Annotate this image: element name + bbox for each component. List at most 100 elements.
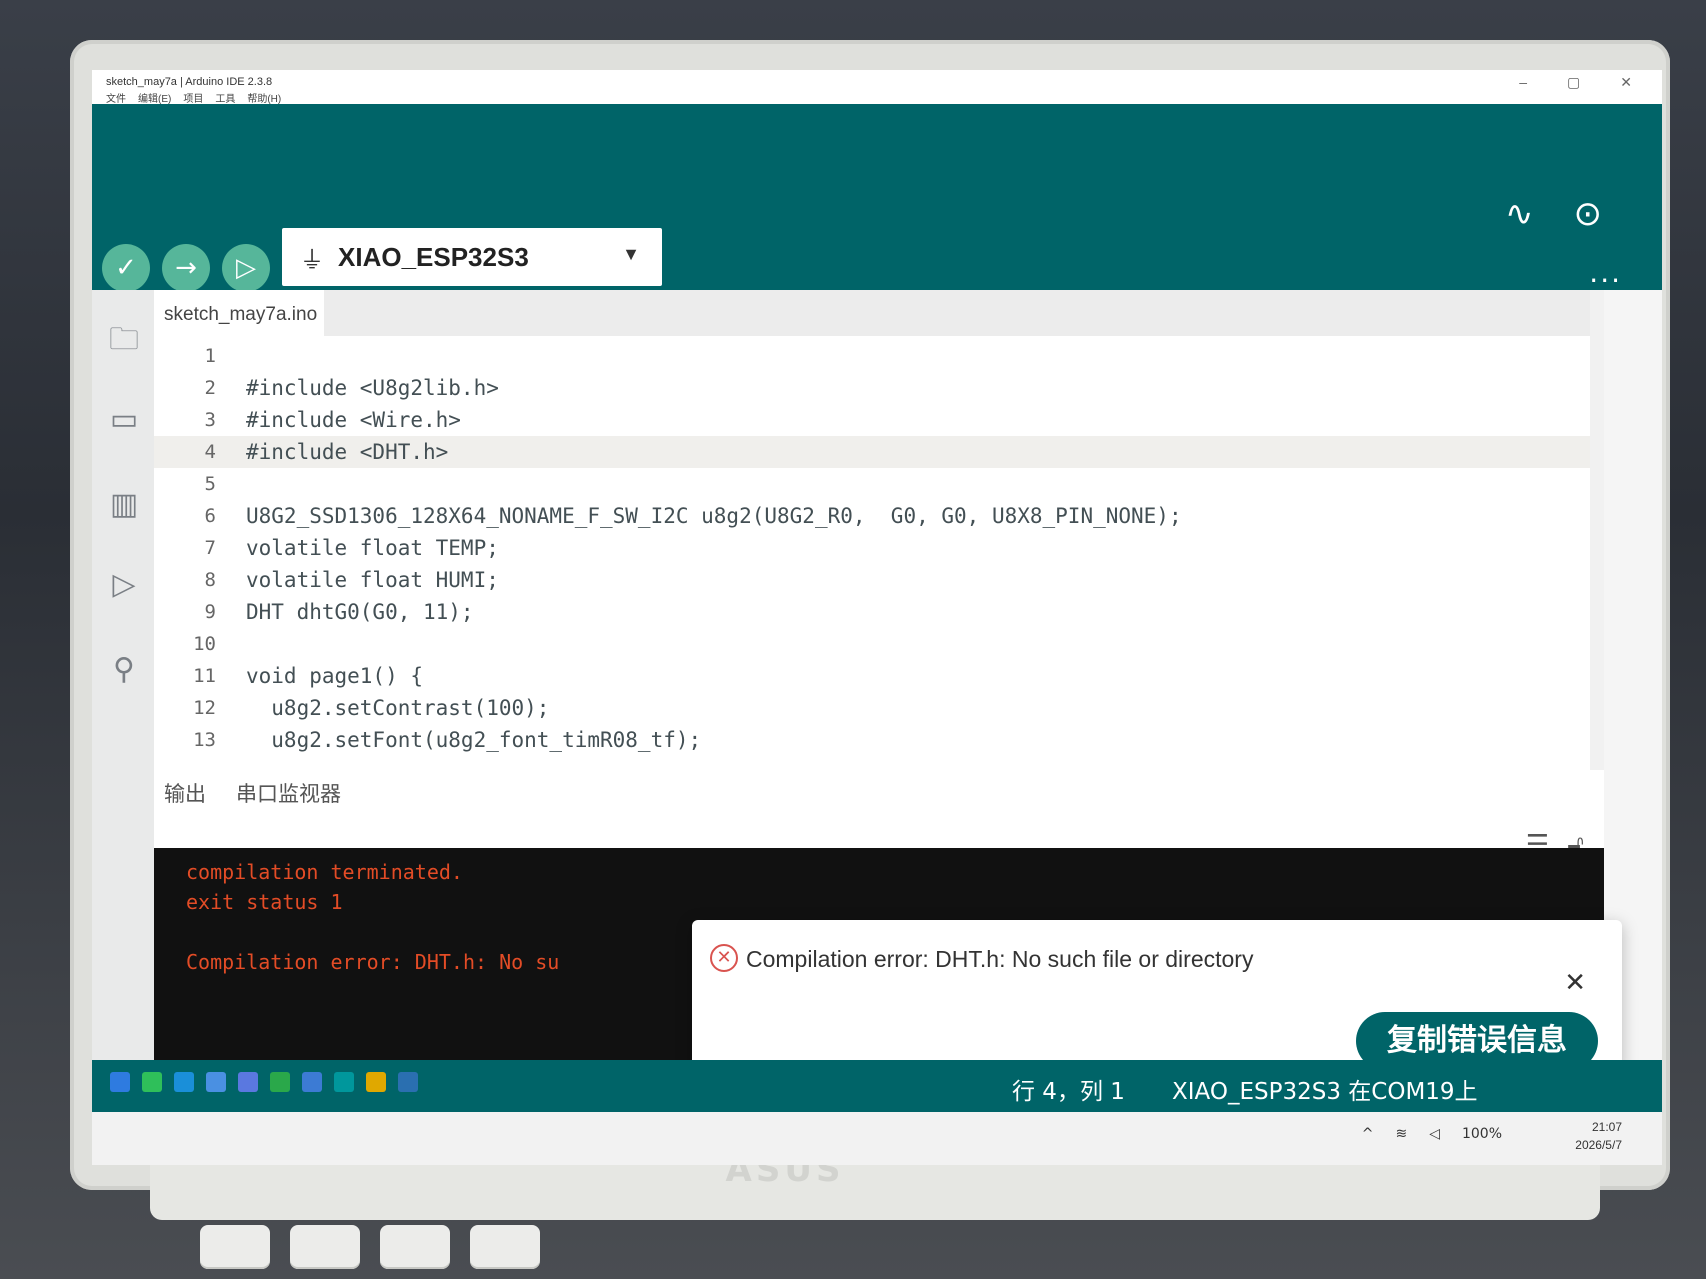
error-message: Compilation error: DHT.h: No such file o… bbox=[746, 946, 1254, 972]
screen: sketch_may7a | Arduino IDE 2.3.8 文件 编辑(E… bbox=[92, 70, 1662, 1165]
tab-strip: sketch_may7a.ino bbox=[154, 290, 1604, 336]
menu-sketch[interactable]: 项目 bbox=[183, 90, 203, 105]
code-text: #include <DHT.h> bbox=[246, 440, 449, 464]
monitor-icon[interactable]: ⊙ bbox=[1574, 194, 1603, 234]
code-area[interactable]: 1 2 #include <U8g2lib.h> 3 #include <Wire.… bbox=[154, 340, 1604, 770]
line-number: 13 bbox=[193, 729, 216, 751]
line-number: 9 bbox=[204, 601, 216, 623]
code-line: 10 bbox=[154, 628, 1604, 660]
edge-icon[interactable] bbox=[174, 1072, 194, 1092]
menu-bar: 文件 编辑(E) 项目 工具 帮助(H) bbox=[106, 90, 281, 105]
code-line: 6 U8G2_SSD1306_128X64_NONAME_F_SW_I2C u8g… bbox=[154, 500, 1604, 532]
code-line: 2 #include <U8g2lib.h> bbox=[154, 372, 1604, 404]
volume-icon[interactable]: ◁ bbox=[1429, 1126, 1440, 1142]
app-icon[interactable] bbox=[302, 1072, 322, 1092]
line-number: 6 bbox=[204, 505, 216, 527]
clock-time: 21:07 bbox=[1591, 1120, 1622, 1134]
minimize-button[interactable]: – bbox=[1519, 74, 1527, 91]
upload-button[interactable]: → bbox=[162, 244, 210, 292]
line-number: 3 bbox=[204, 409, 216, 431]
app-icon[interactable] bbox=[238, 1072, 258, 1092]
taskbar-apps bbox=[110, 1072, 418, 1092]
line-number: 12 bbox=[193, 697, 216, 719]
code-editor: sketch_may7a.ino 1 2 #include <U8g2lib.h>… bbox=[154, 290, 1604, 770]
board-port-status[interactable]: XIAO_ESP32S3 在COM19上 bbox=[1172, 1072, 1478, 1106]
toolbar: ✓ → ▷ ⏚ XIAO_ESP32S3 ▼ ∿ ⊙ ··· bbox=[92, 104, 1662, 297]
line-number: 11 bbox=[193, 665, 216, 687]
keyboard-keys bbox=[200, 1225, 540, 1269]
close-window-button[interactable]: ✕ bbox=[1620, 74, 1632, 91]
menu-tools[interactable]: 工具 bbox=[215, 90, 235, 105]
error-icon: ✕ bbox=[710, 944, 738, 972]
maximize-button[interactable]: ▢ bbox=[1567, 74, 1580, 91]
board-selector[interactable]: ⏚ XIAO_ESP32S3 ▼ bbox=[282, 228, 662, 286]
code-text: #include <Wire.h> bbox=[246, 408, 461, 432]
panel-tabs: 输出 串口监视器 bbox=[164, 778, 341, 808]
console-line: Compilation error: DHT.h: No su bbox=[186, 950, 560, 974]
menu-edit[interactable]: 编辑(E) bbox=[138, 90, 171, 105]
plotter-icon[interactable]: ∿ bbox=[1505, 194, 1534, 234]
code-line: 1 bbox=[154, 340, 1604, 372]
start-icon[interactable] bbox=[110, 1072, 130, 1092]
menu-file[interactable]: 文件 bbox=[106, 90, 126, 105]
search-icon[interactable]: ⚲ bbox=[104, 650, 144, 690]
line-number: 1 bbox=[204, 345, 216, 367]
code-line: 9 DHT dhtG0(G0, 11); bbox=[154, 596, 1604, 628]
line-number: 5 bbox=[204, 473, 216, 495]
line-number: 2 bbox=[204, 377, 216, 399]
folder-icon[interactable]: 🗀 bbox=[104, 320, 144, 360]
code-text: #include <U8g2lib.h> bbox=[246, 376, 499, 400]
tab-output[interactable]: 输出 bbox=[164, 778, 206, 808]
window-title: sketch_may7a | Arduino IDE 2.3.8 bbox=[106, 76, 273, 88]
toolbar-right: ∿ ⊙ bbox=[1505, 194, 1602, 234]
code-text: u8g2.setContrast(100); bbox=[246, 696, 550, 720]
checkmark-icon: ✓ bbox=[115, 253, 137, 283]
code-line: 5 bbox=[154, 468, 1604, 500]
code-text: u8g2.setFont(u8g2_font_timR08_tf); bbox=[246, 728, 702, 752]
app-icon[interactable] bbox=[366, 1072, 386, 1092]
app-icon[interactable] bbox=[270, 1072, 290, 1092]
code-line: 12 u8g2.setContrast(100); bbox=[154, 692, 1604, 724]
chevron-up-icon[interactable]: ^ bbox=[1362, 1126, 1374, 1142]
library-icon[interactable]: ▥ bbox=[104, 485, 144, 525]
tab-serial-monitor[interactable]: 串口监视器 bbox=[236, 778, 341, 808]
code-line: 7 volatile float TEMP; bbox=[154, 532, 1604, 564]
code-text: void page1() { bbox=[246, 664, 424, 688]
code-line: 13 u8g2.setFont(u8g2_font_timR08_tf); bbox=[154, 724, 1604, 756]
console-line: compilation terminated. bbox=[186, 860, 463, 884]
verify-button[interactable]: ✓ bbox=[102, 244, 150, 292]
code-line: 8 volatile float HUMI; bbox=[154, 564, 1604, 596]
wechat-icon[interactable] bbox=[142, 1072, 162, 1092]
clock-date: 2026/5/7 bbox=[1575, 1138, 1622, 1152]
clock[interactable]: 21:07 2026/5/7 bbox=[1575, 1118, 1622, 1154]
close-icon[interactable]: ✕ bbox=[1564, 968, 1586, 998]
code-text: volatile float HUMI; bbox=[246, 568, 499, 592]
arrow-right-icon: → bbox=[175, 253, 197, 283]
menu-help[interactable]: 帮助(H) bbox=[247, 90, 281, 105]
line-number: 4 bbox=[204, 441, 216, 463]
line-number: 10 bbox=[193, 633, 216, 655]
board-name: XIAO_ESP32S3 bbox=[338, 241, 529, 272]
battery-level: 100% bbox=[1461, 1126, 1502, 1142]
app-icon[interactable] bbox=[206, 1072, 226, 1092]
error-notification: ✕ Compilation error: DHT.h: No such file… bbox=[692, 920, 1622, 1070]
board-manager-icon[interactable]: ▭ bbox=[104, 400, 144, 440]
app-icon[interactable] bbox=[398, 1072, 418, 1092]
code-text: volatile float TEMP; bbox=[246, 536, 499, 560]
wifi-icon[interactable]: ≋ bbox=[1395, 1126, 1407, 1142]
tray-icons: ^ ≋ ◁ 100% bbox=[1362, 1126, 1502, 1142]
code-line-current: 4 #include <DHT.h> bbox=[154, 436, 1604, 468]
code-line: 11 void page1() { bbox=[154, 660, 1604, 692]
debug-button[interactable]: ▷ bbox=[222, 244, 270, 292]
debug-icon: ▷ bbox=[236, 253, 256, 283]
arduino-icon[interactable] bbox=[334, 1072, 354, 1092]
window-controls: – ▢ ✕ bbox=[1519, 74, 1632, 91]
code-text: DHT dhtG0(G0, 11); bbox=[246, 600, 474, 624]
system-tray: ^ ≋ ◁ 100% 21:07 2026/5/7 bbox=[92, 1112, 1662, 1165]
editor-scrollbar[interactable] bbox=[1590, 290, 1604, 770]
usb-icon: ⏚ bbox=[300, 245, 324, 274]
file-tab[interactable]: sketch_may7a.ino bbox=[154, 290, 324, 336]
sidebar: 🗀 ▭ ▥ ▷ ⚲ bbox=[92, 290, 154, 1128]
debug-icon[interactable]: ▷ bbox=[104, 565, 144, 605]
line-number: 7 bbox=[204, 537, 216, 559]
